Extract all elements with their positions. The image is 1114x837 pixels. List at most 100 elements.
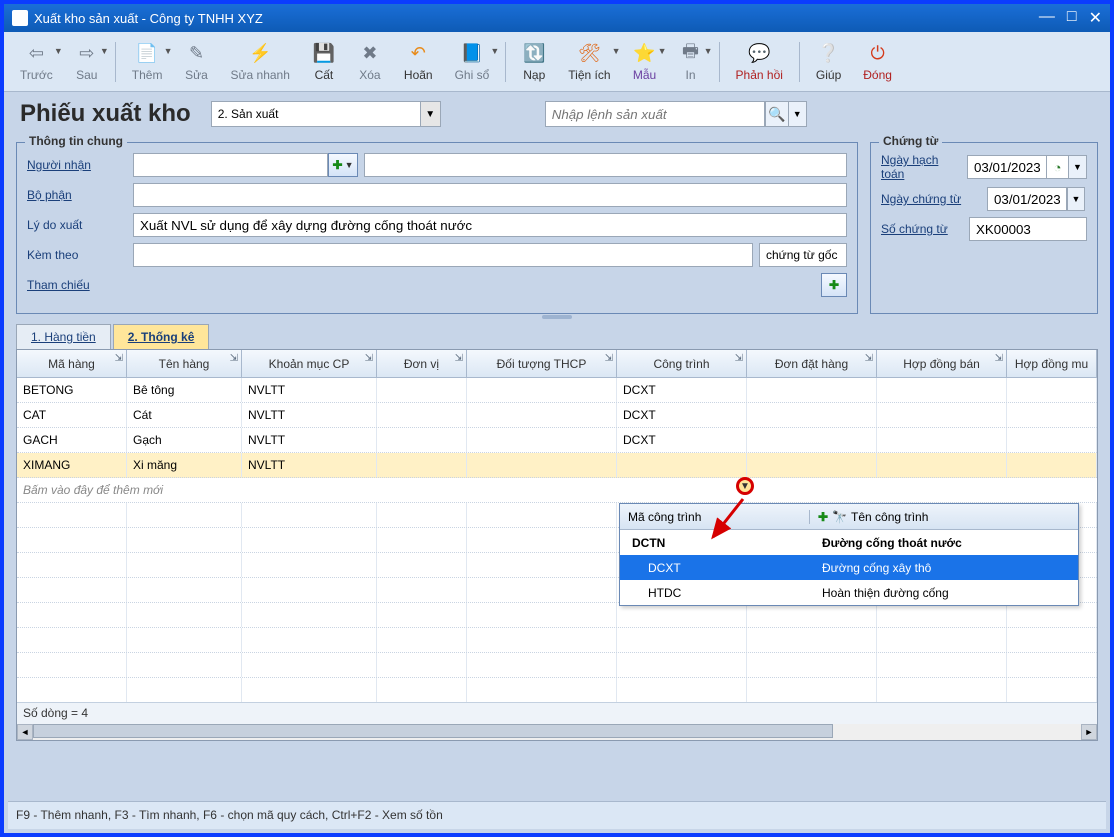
undo-icon: ↶	[406, 42, 430, 66]
vdate-input[interactable]	[987, 187, 1067, 211]
col-hm[interactable]: Hợp đồng mu	[1007, 350, 1097, 377]
floppy-icon: 💾	[312, 42, 336, 66]
refresh-button[interactable]: 🔃Nạp	[514, 40, 554, 84]
postdate-label: Ngày hạch toán	[881, 153, 961, 181]
prev-button[interactable]: ⇦Trước▼	[12, 40, 61, 84]
cell-dropdown-button[interactable]: ▼	[736, 477, 754, 495]
tools-icon: 🛠	[577, 42, 601, 66]
table-row[interactable]: BETONGBê tôngNVLTTDCXT	[17, 378, 1097, 403]
scroll-left-icon[interactable]: ◄	[17, 724, 33, 740]
col-ct[interactable]: Công trình⇲	[617, 350, 747, 377]
table-row	[17, 678, 1097, 703]
window-title: Xuất kho sản xuất - Công ty TNHH XYZ	[34, 11, 263, 26]
vno-input[interactable]	[969, 217, 1087, 241]
voucher-legend: Chứng từ	[879, 134, 942, 148]
table-row[interactable]: XIMANGXi măngNVLTT	[17, 453, 1097, 478]
congtrinh-popup: Mã công trình ✚ 🔭 Tên công trình DCTNĐườ…	[619, 503, 1079, 606]
arrow-right-icon: ⇨	[75, 42, 99, 66]
table-row	[17, 628, 1097, 653]
quickedit-button[interactable]: ⚡Sửa nhanh	[222, 40, 297, 84]
star-icon: ⭐	[633, 42, 657, 66]
maximize-icon[interactable]: □	[1067, 8, 1077, 28]
scroll-right-icon[interactable]: ►	[1081, 724, 1097, 740]
tab-hangtien[interactable]: 1. Hàng tiền	[16, 324, 111, 349]
voucher-type-value: 2. Sản xuất	[218, 107, 279, 121]
vdate-dropdown[interactable]: ▼	[1067, 187, 1085, 211]
help-button[interactable]: ❔Giúp	[808, 40, 849, 84]
power-icon: ⏻	[866, 42, 890, 66]
printer-icon: 🖶	[679, 42, 703, 66]
tabs: 1. Hàng tiền 2. Thống kê	[4, 320, 1110, 349]
plus-page-icon: 📄	[135, 42, 159, 66]
table-row[interactable]: CATCátNVLTTDCXT	[17, 403, 1097, 428]
table-row	[17, 603, 1097, 628]
chat-icon: 💬	[747, 42, 771, 66]
add-recipient-button[interactable]: ✚▼	[328, 153, 358, 177]
popup-row[interactable]: DCTNĐường cống thoát nước	[620, 530, 1078, 555]
edit-button[interactable]: ✎Sửa	[176, 40, 216, 84]
reason-input[interactable]	[133, 213, 847, 237]
recipient-label: Người nhận	[27, 158, 127, 172]
col-dt[interactable]: Đối tượng THCP⇲	[467, 350, 617, 377]
binoculars-icon[interactable]: 🔭	[832, 510, 847, 524]
voucher-type-combo[interactable]: 2. Sản xuất ▼	[211, 101, 441, 127]
close-icon[interactable]: ✕	[1089, 8, 1102, 28]
template-button[interactable]: ⭐Mẫu▼	[625, 40, 665, 84]
recipient-name-input[interactable]	[364, 153, 847, 177]
post-button[interactable]: 📘Ghi sổ▼	[447, 40, 498, 84]
attach-suffix: chứng từ gốc	[759, 243, 847, 267]
attach-input[interactable]	[133, 243, 753, 267]
minimize-icon[interactable]: —	[1039, 8, 1055, 28]
statusbar: F9 - Thêm nhanh, F3 - Tìm nhanh, F6 - ch…	[8, 801, 1106, 829]
clock-icon[interactable]: ◔	[1047, 155, 1069, 179]
undo-button[interactable]: ↶Hoãn	[396, 40, 441, 84]
col-km[interactable]: Khoản mục CP⇲	[242, 350, 377, 377]
add-button[interactable]: 📄Thêm▼	[124, 40, 171, 84]
dept-input[interactable]	[133, 183, 847, 207]
popup-row[interactable]: DCXTĐường cống xây thô	[620, 555, 1078, 580]
refresh-icon: 🔃	[522, 42, 546, 66]
toolbar: ⇦Trước▼ ⇨Sau▼ 📄Thêm▼ ✎Sửa ⚡Sửa nhanh 💾Cấ…	[4, 32, 1110, 92]
col-dv[interactable]: Đơn vị⇲	[377, 350, 467, 377]
col-hb[interactable]: Hợp đồng bán⇲	[877, 350, 1007, 377]
arrow-left-icon: ⇦	[24, 42, 48, 66]
postdate-input[interactable]	[967, 155, 1047, 179]
pencil-icon: ✎	[184, 42, 208, 66]
close-button[interactable]: ⏻Đóng	[855, 40, 900, 84]
search-dropdown[interactable]: ▼	[789, 101, 807, 127]
util-button[interactable]: 🛠Tiện ích▼	[560, 40, 618, 84]
print-button[interactable]: 🖶In▼	[671, 40, 711, 84]
vno-label: Số chứng từ	[881, 222, 963, 236]
header-row: Phiếu xuất kho 2. Sản xuất ▼ 🔍 ▼	[4, 92, 1110, 132]
voucher-fieldset: Chứng từ Ngày hạch toán ◔ ▼ Ngày chứng t…	[870, 142, 1098, 314]
recipient-code-input[interactable]	[133, 153, 328, 177]
hscrollbar[interactable]: ◄ ►	[17, 724, 1097, 740]
tab-thongke[interactable]: 2. Thống kê	[113, 324, 210, 349]
general-legend: Thông tin chung	[25, 134, 127, 148]
search-box: 🔍 ▼	[545, 101, 807, 127]
popup-col-name[interactable]: ✚ 🔭 Tên công trình	[810, 510, 1078, 524]
annotation-arrow	[709, 497, 749, 541]
table-row	[17, 653, 1097, 678]
col-ma[interactable]: Mã hàng⇲	[17, 350, 127, 377]
x-icon: ✖	[358, 42, 382, 66]
ref-label: Tham chiếu	[27, 278, 127, 292]
feedback-button[interactable]: 💬Phản hồi	[728, 40, 791, 84]
search-input[interactable]	[545, 101, 765, 127]
chevron-down-icon: ▼	[420, 102, 440, 126]
titlebar: Xuất kho sản xuất - Công ty TNHH XYZ — □…	[4, 4, 1110, 32]
postdate-dropdown[interactable]: ▼	[1069, 155, 1087, 179]
col-ten[interactable]: Tên hàng⇲	[127, 350, 242, 377]
table-row[interactable]: GACHGạchNVLTTDCXT	[17, 428, 1097, 453]
save-button[interactable]: 💾Cất	[304, 40, 344, 84]
next-button[interactable]: ⇨Sau▼	[67, 40, 107, 84]
scroll-thumb[interactable]	[33, 724, 833, 738]
add-row-hint[interactable]: Bấm vào đây để thêm mới	[17, 478, 1097, 503]
add-ref-button[interactable]: ✚	[821, 273, 847, 297]
delete-button[interactable]: ✖Xóa	[350, 40, 390, 84]
popup-add-icon[interactable]: ✚	[818, 510, 828, 524]
col-dd[interactable]: Đơn đặt hàng⇲	[747, 350, 877, 377]
popup-row[interactable]: HTDCHoàn thiện đường cống	[620, 580, 1078, 605]
search-button[interactable]: 🔍	[765, 101, 789, 127]
app-icon	[12, 10, 28, 26]
